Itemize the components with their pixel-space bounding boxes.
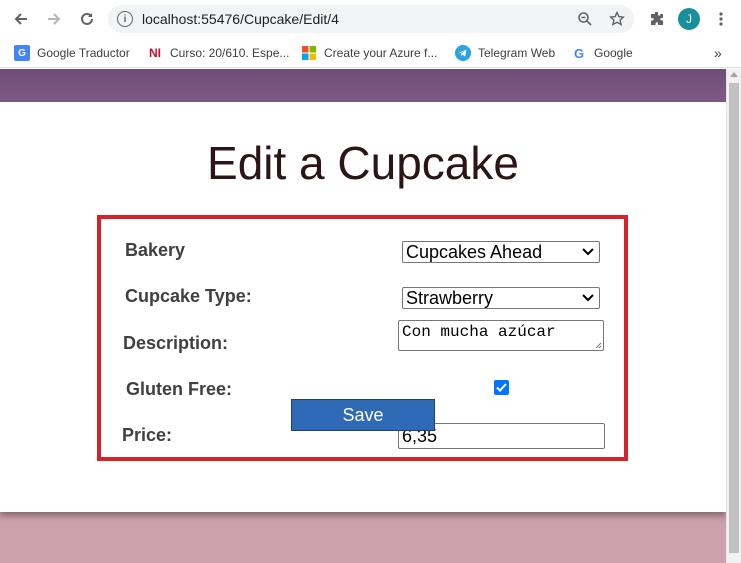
- cupcake-type-label: Cupcake Type:: [125, 286, 252, 306]
- bookmark-label: Curso: 20/610. Espe...: [170, 46, 290, 60]
- chevron-down-icon: [581, 291, 595, 305]
- save-button[interactable]: Save: [291, 399, 435, 431]
- forward-arrow-icon: [48, 13, 61, 25]
- bookmark-label: Google: [594, 46, 633, 60]
- reload-button[interactable]: [76, 8, 98, 30]
- page-viewport: Edit a Cupcake Bakery Cupcakes Ahead Cup…: [0, 69, 741, 563]
- bookmark-label: Create your Azure f...: [324, 46, 438, 60]
- bookmark-telegram[interactable]: Telegram Web: [455, 43, 555, 63]
- url-text: localhost:55476/Cupcake/Edit/4: [142, 11, 339, 27]
- browser-menu-icon[interactable]: [710, 8, 732, 30]
- bookmark-label: Telegram Web: [478, 46, 556, 60]
- google-icon: G: [573, 45, 585, 61]
- bookmark-curso[interactable]: NI Curso: 20/610. Espe...: [147, 43, 289, 63]
- vertical-scrollbar[interactable]: [726, 69, 741, 563]
- bakery-select[interactable]: Cupcakes Ahead: [402, 241, 600, 263]
- profile-avatar[interactable]: J: [678, 8, 700, 30]
- telegram-icon: [455, 45, 471, 61]
- bookmark-azure[interactable]: Create your Azure f...: [301, 43, 437, 63]
- bakery-label: Bakery: [125, 240, 186, 260]
- description-label: Description:: [123, 333, 229, 353]
- gluten-free-label: Gluten Free:: [126, 379, 233, 399]
- ni-icon: NI: [149, 46, 161, 60]
- page-title: Edit a Cupcake: [207, 137, 519, 189]
- back-arrow-icon: [14, 13, 27, 25]
- bookmark-google-traductor[interactable]: G Google Traductor: [14, 43, 130, 63]
- cupcake-type-select-value: Strawberry: [406, 288, 494, 308]
- more-bookmarks-button[interactable]: »: [714, 43, 722, 63]
- site-info-icon[interactable]: i: [117, 11, 133, 27]
- price-label: Price:: [122, 425, 173, 445]
- description-value: Con mucha azúcar: [402, 323, 556, 341]
- microsoft-icon: [301, 45, 317, 61]
- chevron-down-icon: [581, 245, 595, 259]
- forward-button[interactable]: [43, 8, 65, 30]
- bakery-select-value: Cupcakes Ahead: [406, 242, 543, 262]
- scroll-up-arrow-icon[interactable]: [730, 72, 738, 77]
- zoom-icon[interactable]: [576, 10, 594, 28]
- edit-card: Edit a Cupcake Bakery Cupcakes Ahead Cup…: [0, 102, 726, 512]
- cupcake-type-select[interactable]: Strawberry: [402, 287, 600, 309]
- extensions-icon[interactable]: [646, 8, 668, 30]
- bookmark-label: Google Traductor: [37, 46, 130, 60]
- back-button[interactable]: [10, 8, 32, 30]
- header-band: [0, 69, 726, 102]
- browser-toolbar: i localhost:55476/Cupcake/Edit/4 J: [0, 0, 741, 38]
- scroll-thumb[interactable]: [729, 83, 739, 553]
- bookmark-google[interactable]: G Google: [571, 43, 633, 63]
- checkmark-icon: [496, 383, 507, 392]
- address-bar[interactable]: i localhost:55476/Cupcake/Edit/4: [108, 5, 634, 33]
- google-translate-icon: G: [14, 45, 30, 61]
- gluten-free-checkbox[interactable]: [494, 380, 509, 395]
- bookmarks-bar: G Google Traductor NI Curso: 20/610. Esp…: [0, 38, 741, 68]
- reload-icon: [81, 12, 93, 25]
- resize-grip-icon[interactable]: [594, 341, 602, 349]
- description-textarea[interactable]: Con mucha azúcar: [398, 320, 604, 351]
- bookmark-star-icon[interactable]: [608, 10, 626, 28]
